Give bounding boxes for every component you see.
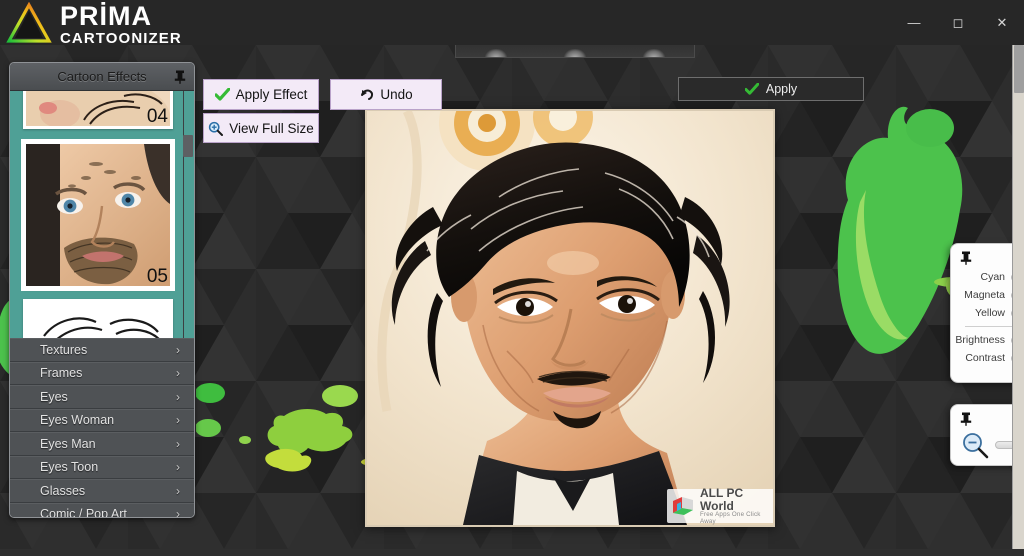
minimize-icon: — (908, 15, 921, 30)
toolbar-icon-3[interactable] (643, 49, 665, 57)
brand-name-line1: PRİMA (60, 3, 182, 30)
thumbnail-number: 04 (147, 106, 168, 128)
panel-header: Cartoon Effects (10, 63, 194, 91)
chevron-right-icon: › (176, 437, 180, 451)
menu-item-label: Glasses (40, 484, 85, 498)
maximize-icon: ◻ (953, 15, 964, 31)
undo-arrow-icon (359, 88, 374, 102)
pushpin-icon[interactable] (960, 412, 972, 426)
prism-triangle-icon (6, 2, 52, 44)
scrollbar-thumb[interactable] (1014, 45, 1024, 93)
slider-label: Cyan (980, 271, 1005, 283)
menu-item-eyes[interactable]: Eyes › (10, 385, 194, 409)
apply-effect-button[interactable]: Apply Effect (203, 79, 319, 110)
green-check-icon (215, 88, 230, 102)
magnifier-minus-icon[interactable] (961, 431, 989, 459)
chevron-right-icon: › (176, 366, 180, 380)
slider-label: Contrast (965, 352, 1005, 364)
menu-item-eyes-toon[interactable]: Eyes Toon › (10, 456, 194, 480)
view-full-size-button[interactable]: View Full Size (203, 113, 319, 143)
menu-item-label: Eyes Toon (40, 460, 98, 474)
pushpin-icon[interactable] (174, 70, 186, 84)
menu-item-eyes-woman[interactable]: Eyes Woman › (10, 409, 194, 433)
menu-item-label: Eyes (40, 390, 68, 404)
green-check-icon (745, 83, 759, 96)
chevron-right-icon: › (176, 507, 180, 518)
effect-thumbnail-04[interactable]: 04 (23, 91, 173, 129)
apply-label: Apply (766, 82, 797, 96)
chevron-right-icon: › (176, 343, 180, 357)
chevron-right-icon: › (176, 413, 180, 427)
menu-item-frames[interactable]: Frames › (10, 362, 194, 386)
menu-item-comic-pop-art[interactable]: Comic / Pop Art › (10, 503, 194, 519)
undo-label: Undo (380, 87, 412, 102)
watermark: ALL PC World Free Apps One Click Away (667, 489, 775, 523)
chevron-right-icon: › (176, 460, 180, 474)
menu-item-label: Comic / Pop Art (40, 507, 127, 518)
app-window: PRİMA CARTOONIZER — ◻ ✕ (0, 0, 1024, 556)
brand-name-line2: CARTOONIZER (60, 31, 182, 46)
canvas-vertical-scrollbar[interactable] (1012, 45, 1024, 556)
cartoon-effects-panel: Cartoon Effects (9, 62, 195, 518)
pushpin-icon[interactable] (960, 251, 972, 265)
menu-item-glasses[interactable]: Glasses › (10, 479, 194, 503)
menu-item-textures[interactable]: Textures › (10, 338, 194, 362)
toolbar-icon-1[interactable] (485, 49, 507, 57)
thumbnail-image (26, 144, 170, 286)
effects-category-menu: Textures › Frames › Eyes › Eyes Woman › … (10, 338, 194, 518)
close-icon: ✕ (997, 15, 1008, 31)
chevron-right-icon: › (176, 390, 180, 404)
slider-label: Magneta (964, 289, 1005, 301)
slider-label: Yellow (975, 307, 1005, 319)
apply-effect-label: Apply Effect (236, 87, 308, 102)
toolbar-icon-2[interactable] (564, 49, 586, 57)
cartoonized-portrait (367, 111, 773, 525)
apply-button[interactable]: Apply (678, 77, 864, 101)
watermark-title: ALL PC World (700, 487, 771, 512)
menu-item-label: Eyes Man (40, 437, 96, 451)
menu-item-label: Frames (40, 366, 82, 380)
effect-thumbnail-06[interactable]: 06 (23, 299, 173, 338)
undo-button[interactable]: Undo (330, 79, 442, 110)
slider-label: Brightness (955, 334, 1005, 346)
panel-title: Cartoon Effects (57, 69, 146, 84)
scrollbar-thumb[interactable] (183, 135, 193, 157)
magnifier-plus-icon (208, 121, 223, 136)
window-bottom-strip (0, 549, 1024, 556)
window-controls: — ◻ ✕ (892, 0, 1024, 45)
watermark-tagline: Free Apps One Click Away (700, 512, 771, 525)
view-full-size-label: View Full Size (229, 121, 314, 136)
minimize-button[interactable]: — (892, 0, 936, 45)
image-preview[interactable]: ALL PC World Free Apps One Click Away (365, 109, 775, 527)
maximize-button[interactable]: ◻ (936, 0, 980, 45)
thumbnail-number: 05 (147, 266, 168, 288)
effect-thumbnail-05[interactable]: 05 (23, 141, 173, 289)
menu-item-label: Eyes Woman (40, 413, 114, 427)
menu-item-eyes-man[interactable]: Eyes Man › (10, 432, 194, 456)
thumbnails-scrollbar[interactable] (183, 91, 194, 338)
thumbnail-image (26, 302, 170, 338)
close-button[interactable]: ✕ (980, 0, 1024, 45)
paint-splatter-bottom-left (196, 370, 386, 490)
title-bar: PRİMA CARTOONIZER — ◻ ✕ (0, 0, 1024, 45)
allpcworld-box-icon (671, 494, 695, 518)
app-logo: PRİMA CARTOONIZER (6, 2, 182, 44)
chevron-right-icon: › (176, 484, 180, 498)
menu-item-label: Textures (40, 343, 87, 357)
effect-thumbnails-list[interactable]: 04 (10, 91, 194, 338)
